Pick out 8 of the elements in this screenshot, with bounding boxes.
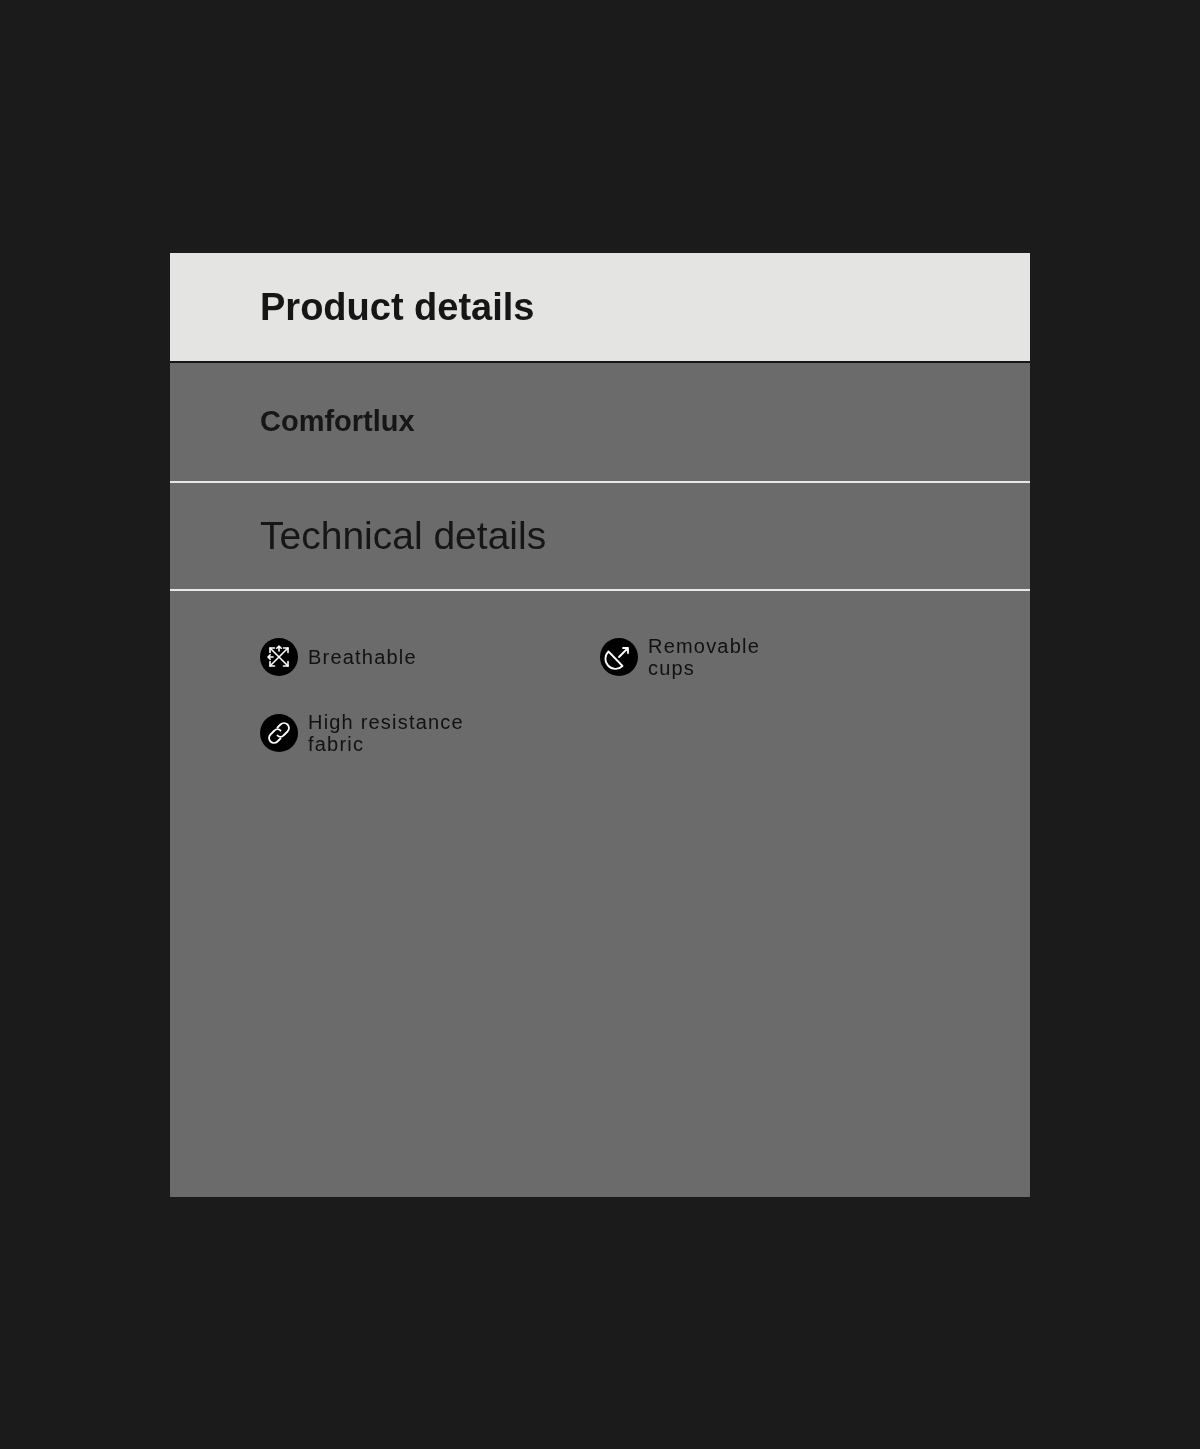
page-title: Product details [260, 287, 535, 326]
chain-link-icon [260, 713, 298, 752]
feature-label: Breathable [308, 645, 417, 668]
section-title: Technical details [260, 516, 547, 555]
feature-label: Removable cups [648, 634, 760, 679]
feature-label: High resistance fabric [308, 710, 464, 755]
crossed-arrows-icon [260, 637, 298, 676]
product-name: Comfortlux [260, 407, 415, 436]
